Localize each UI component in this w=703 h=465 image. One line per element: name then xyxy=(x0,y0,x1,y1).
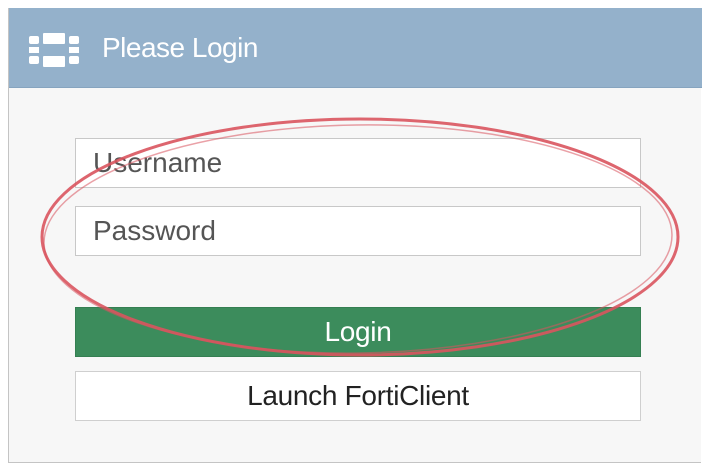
launch-forticlient-button[interactable]: Launch FortiClient xyxy=(75,371,641,421)
password-input[interactable] xyxy=(75,206,641,256)
login-panel: Please Login Login Launch FortiClient xyxy=(8,8,702,463)
panel-title: Please Login xyxy=(102,32,258,63)
login-button[interactable]: Login xyxy=(75,307,641,357)
username-input[interactable] xyxy=(75,138,641,188)
panel-header: Please Login xyxy=(9,8,702,88)
fortinet-logo-icon xyxy=(29,33,79,67)
